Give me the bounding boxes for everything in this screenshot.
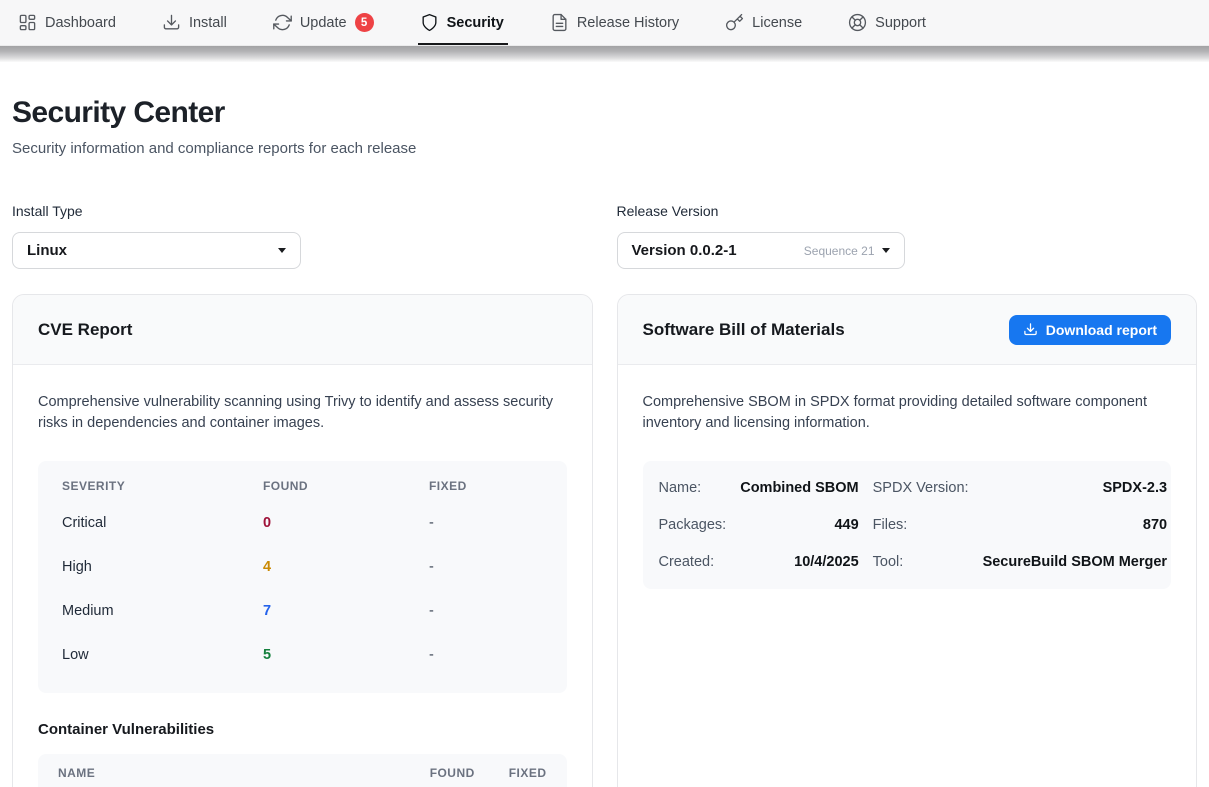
page-title: Security Center — [12, 96, 1197, 130]
nav-shadow-divider — [0, 46, 1209, 62]
chevron-down-icon — [882, 248, 890, 253]
update-count-badge: 5 — [355, 13, 374, 32]
cve-card-header: CVE Report — [13, 295, 592, 365]
key-icon — [725, 13, 744, 32]
sbom-card-title: Software Bill of Materials — [643, 320, 845, 340]
release-version-label: Release Version — [617, 203, 1198, 219]
install-type-select[interactable]: Linux — [12, 232, 301, 269]
found-count: 7 — [263, 603, 429, 619]
nav-item-update[interactable]: Update 5 — [273, 0, 374, 45]
fixed-count: - — [429, 515, 543, 531]
severity-label: Critical — [62, 515, 263, 531]
col-found: FOUND — [430, 766, 475, 780]
sbom-card: Software Bill of Materials Download repo… — [617, 294, 1198, 787]
install-type-filter: Install Type Linux — [12, 203, 593, 269]
page-subtitle: Security information and compliance repo… — [12, 140, 1197, 157]
fixed-count: - — [429, 559, 543, 575]
sbom-description: Comprehensive SBOM in SPDX format provid… — [643, 392, 1172, 435]
sbom-packages-label: Packages: — [659, 517, 727, 533]
cve-report-card: CVE Report Comprehensive vulnerability s… — [12, 294, 593, 787]
nav-item-install[interactable]: Install — [162, 0, 227, 45]
cve-card-body: Comprehensive vulnerability scanning usi… — [13, 365, 592, 787]
col-name: NAME — [58, 766, 396, 780]
nav-label: Release History — [577, 15, 679, 31]
top-nav: Dashboard Install Update 5 Security Rele… — [0, 0, 1209, 46]
fixed-count: - — [429, 647, 543, 663]
chevron-down-icon — [278, 248, 286, 253]
file-text-icon — [550, 13, 569, 32]
fixed-count: - — [429, 603, 543, 619]
nav-label: Dashboard — [45, 15, 116, 31]
sbom-tool-value: SecureBuild SBOM Merger — [983, 554, 1168, 570]
nav-item-security[interactable]: Security — [420, 0, 504, 45]
nav-label: Update — [300, 15, 347, 31]
sbom-files-value: 870 — [983, 517, 1168, 533]
found-count: 5 — [263, 647, 429, 663]
severity-label: High — [62, 559, 263, 575]
nav-label: Install — [189, 15, 227, 31]
col-fixed: FIXED — [509, 766, 547, 780]
nav-label: Support — [875, 15, 926, 31]
sbom-card-header: Software Bill of Materials Download repo… — [618, 295, 1197, 365]
table-row-critical: Critical 0 - — [62, 501, 543, 545]
nav-item-support[interactable]: Support — [848, 0, 926, 45]
table-row-high: High 4 - — [62, 545, 543, 589]
sbom-name-value: Combined SBOM — [740, 480, 858, 496]
install-type-value: Linux — [27, 242, 67, 259]
found-count: 4 — [263, 559, 429, 575]
found-count: 0 — [263, 515, 429, 531]
page-content: Security Center Security information and… — [0, 62, 1209, 787]
table-row-low: Low 5 - — [62, 633, 543, 677]
download-report-button[interactable]: Download report — [1009, 315, 1171, 345]
severity-table: SEVERITY FOUND FIXED Critical 0 - High 4… — [38, 461, 567, 693]
filters-row: Install Type Linux Release Version Versi… — [12, 203, 1197, 269]
sbom-card-body: Comprehensive SBOM in SPDX format provid… — [618, 365, 1197, 616]
install-type-label: Install Type — [12, 203, 593, 219]
release-version-filter: Release Version Version 0.0.2-1 Sequence… — [617, 203, 1198, 269]
cve-description: Comprehensive vulnerability scanning usi… — [38, 392, 567, 435]
sbom-details-grid: Name: Combined SBOM SPDX Version: SPDX-2… — [643, 461, 1172, 589]
nav-label: Security — [447, 15, 504, 31]
release-version-select[interactable]: Version 0.0.2-1 Sequence 21 — [617, 232, 905, 269]
cards-row: CVE Report Comprehensive vulnerability s… — [12, 294, 1197, 787]
download-icon — [162, 13, 181, 32]
sbom-created-value: 10/4/2025 — [740, 554, 858, 570]
severity-table-header: SEVERITY FOUND FIXED — [62, 479, 543, 493]
table-row-medium: Medium 7 - — [62, 589, 543, 633]
refresh-icon — [273, 13, 292, 32]
sbom-spdx-version-value: SPDX-2.3 — [983, 480, 1168, 496]
severity-label: Low — [62, 647, 263, 663]
nav-label: License — [752, 15, 802, 31]
container-vulnerabilities-table-header: NAME FOUND FIXED — [38, 754, 567, 787]
sbom-name-label: Name: — [659, 480, 727, 496]
sbom-created-label: Created: — [659, 554, 727, 570]
download-icon — [1023, 322, 1038, 337]
col-found: FOUND — [263, 479, 429, 493]
sbom-files-label: Files: — [873, 517, 969, 533]
col-fixed: FIXED — [429, 479, 543, 493]
nav-item-dashboard[interactable]: Dashboard — [18, 0, 116, 45]
shield-icon — [420, 13, 439, 32]
sbom-spdx-version-label: SPDX Version: — [873, 480, 969, 496]
sbom-tool-label: Tool: — [873, 554, 969, 570]
sbom-packages-value: 449 — [740, 517, 858, 533]
cve-card-title: CVE Report — [38, 320, 132, 340]
dashboard-icon — [18, 13, 37, 32]
nav-item-release-history[interactable]: Release History — [550, 0, 679, 45]
life-buoy-icon — [848, 13, 867, 32]
col-severity: SEVERITY — [62, 479, 263, 493]
download-report-label: Download report — [1046, 322, 1157, 338]
container-vulnerabilities-title: Container Vulnerabilities — [38, 721, 567, 738]
severity-label: Medium — [62, 603, 263, 619]
release-version-value: Version 0.0.2-1 — [632, 242, 737, 259]
nav-item-license[interactable]: License — [725, 0, 802, 45]
release-sequence-label: Sequence 21 — [804, 244, 875, 258]
